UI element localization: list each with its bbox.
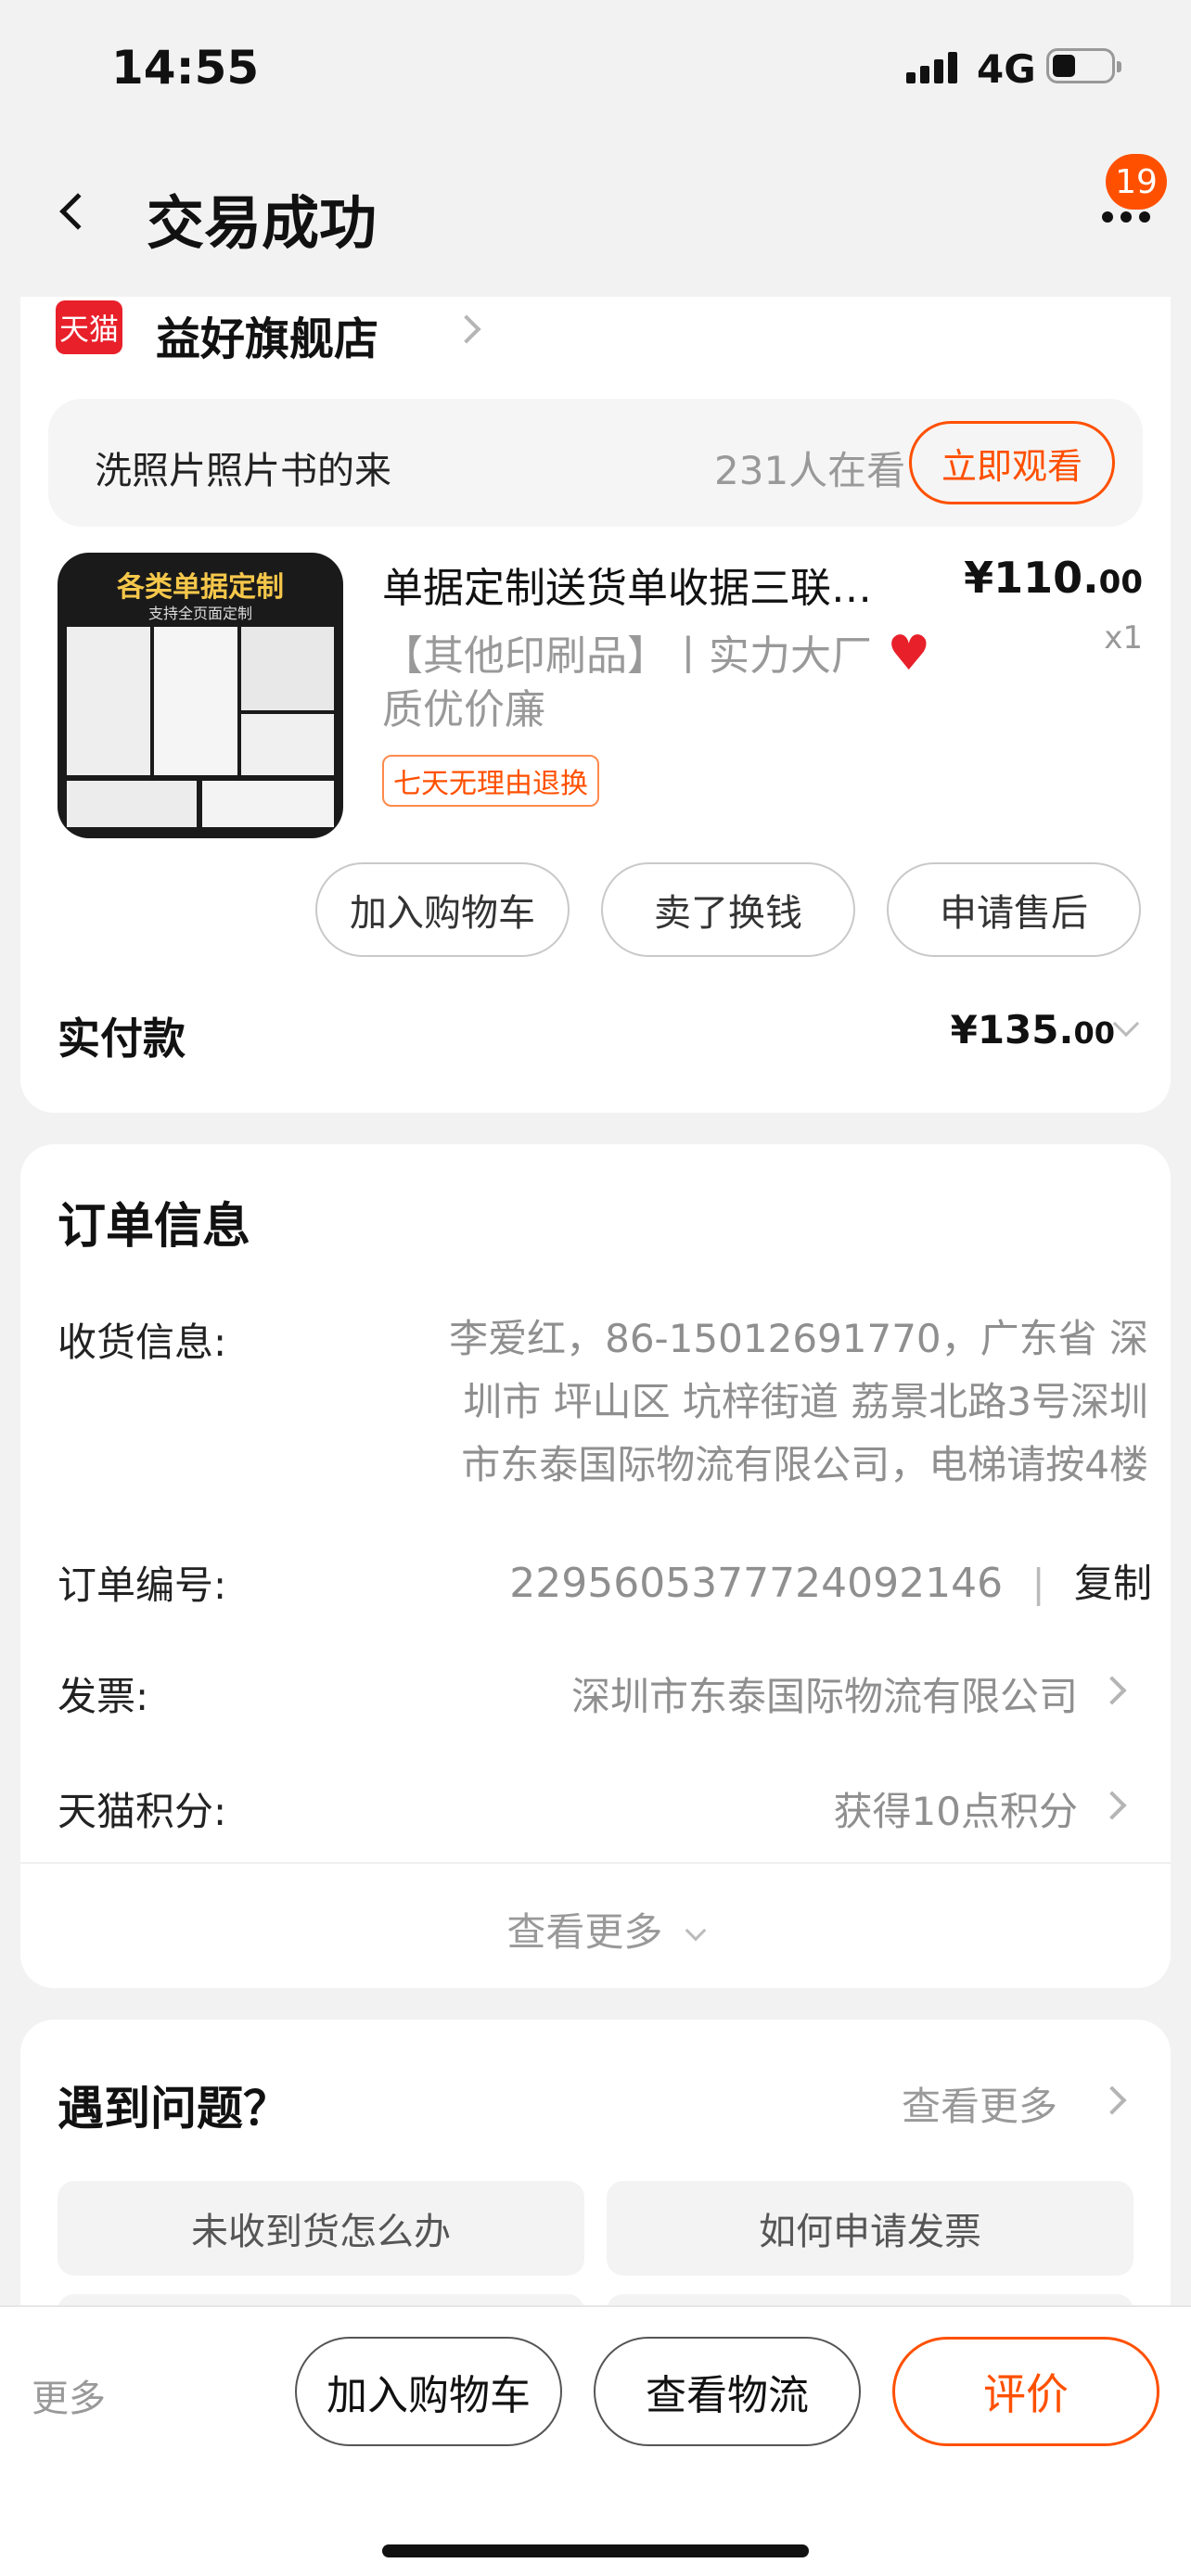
back-button[interactable] xyxy=(46,185,102,241)
sell-button[interactable]: 卖了换钱 xyxy=(601,862,855,957)
notification-badge: 19 xyxy=(1106,154,1167,210)
live-viewers: 231人在看 xyxy=(714,448,906,493)
problems-title: 遇到问题？ xyxy=(58,2082,289,2136)
thumb-form-2 xyxy=(154,627,237,775)
product-title[interactable]: 单据定制送货单收据三联… xyxy=(382,555,957,614)
signal-icon xyxy=(906,52,962,83)
status-time: 14:55 xyxy=(111,41,260,95)
chevron-right-icon xyxy=(452,314,481,344)
product-price: ¥110.00 xyxy=(964,553,1143,603)
page-title: 交易成功 xyxy=(147,189,378,257)
order-info-card: 订单信息 收货信息: 李爱红，86-15012691770，广东省 深 圳市 坪… xyxy=(20,1144,1171,1988)
bottom-action-bar: 更多 加入购物车 查看物流 评价 xyxy=(0,2305,1191,2576)
order-number-value: 2295605377724092146 xyxy=(509,1560,1004,1607)
thumb-subtitle: 支持全页面定制 xyxy=(147,605,252,622)
invoice-label: 发票: xyxy=(58,1674,149,1719)
thumb-title: 各类单据定制 xyxy=(117,571,284,604)
copy-button[interactable]: 复制 xyxy=(1074,1561,1152,1606)
thumb-form-3 xyxy=(241,627,334,710)
shop-name: 益好旗舰店 xyxy=(156,313,379,365)
home-indicator xyxy=(382,2544,809,2557)
order-info-title: 订单信息 xyxy=(58,1199,251,1255)
product-quantity: x1 xyxy=(1104,619,1143,657)
chevron-down-icon[interactable] xyxy=(1112,1010,1140,1038)
more-dots-icon xyxy=(1102,211,1113,223)
invoice-chevron-icon xyxy=(1097,1676,1127,1705)
thumb-form-6 xyxy=(202,781,334,827)
thumb-form-5 xyxy=(67,781,197,827)
payment-amount[interactable]: ¥135.00 xyxy=(911,1007,1115,1052)
product-desc: 【其他印刷品】丨实力大厂 ♥ 质优价廉 xyxy=(382,626,931,733)
problems-chevron-icon xyxy=(1097,2085,1127,2115)
network-label: 4G xyxy=(977,46,1036,92)
address-value: 李爱红，86-15012691770，广东省 深 圳市 坪山区 坑梓街道 荔景北… xyxy=(449,1316,1148,1487)
points-chevron-icon xyxy=(1097,1791,1127,1820)
thumb-form-4 xyxy=(241,714,334,775)
live-text: 洗照片照片书的来 xyxy=(95,450,391,492)
address-label: 收货信息: xyxy=(58,1320,227,1365)
faq-item[interactable]: 如何申请发票 xyxy=(607,2181,1133,2276)
tmall-logo: 天猫 xyxy=(56,300,122,354)
add-to-cart-button[interactable]: 加入购物车 xyxy=(315,862,570,957)
watch-now-button[interactable]: 立即观看 xyxy=(909,421,1115,504)
points-value[interactable]: 获得10点积分 xyxy=(577,1780,1078,1837)
thumb-form-1 xyxy=(67,627,150,775)
product-card: 天猫 益好旗舰店 洗照片照片书的来 231人在看 立即观看 各类单据定制 支持全… xyxy=(20,297,1171,1113)
bottom-add-to-cart-button[interactable]: 加入购物车 xyxy=(295,2337,562,2446)
points-label: 天猫积分: xyxy=(58,1789,227,1834)
live-banner[interactable]: 洗照片照片书的来 231人在看 立即观看 xyxy=(48,399,1143,527)
battery-icon xyxy=(1046,48,1121,83)
order-number-row: 2295605377724092146 | 复制 xyxy=(509,1560,1152,1607)
product-image[interactable]: 各类单据定制 支持全页面定制 xyxy=(58,553,343,838)
chevron-down-icon xyxy=(685,1919,707,1942)
divider xyxy=(20,1862,1171,1864)
review-button[interactable]: 评价 xyxy=(892,2337,1159,2446)
after-sale-button[interactable]: 申请售后 xyxy=(887,862,1141,957)
order-number-label: 订单编号: xyxy=(58,1562,227,1608)
invoice-value[interactable]: 深圳市东泰国际物流有限公司 xyxy=(391,1665,1078,1722)
view-logistics-button[interactable]: 查看物流 xyxy=(594,2337,861,2446)
problems-more-button[interactable]: 查看更多 xyxy=(902,2075,1057,2132)
back-arrow-icon xyxy=(59,193,96,230)
order-more-button[interactable]: 查看更多 xyxy=(475,1901,735,1958)
return-policy-tag: 七天无理由退换 xyxy=(382,755,599,807)
faq-item[interactable]: 未收到货怎么办 xyxy=(58,2181,584,2276)
heart-icon: ♥ xyxy=(872,626,931,682)
shop-row[interactable]: 天猫 益好旗舰店 xyxy=(56,300,538,365)
bottom-more-button[interactable]: 更多 xyxy=(32,2368,106,2422)
payment-label: 实付款 xyxy=(58,1014,186,1064)
